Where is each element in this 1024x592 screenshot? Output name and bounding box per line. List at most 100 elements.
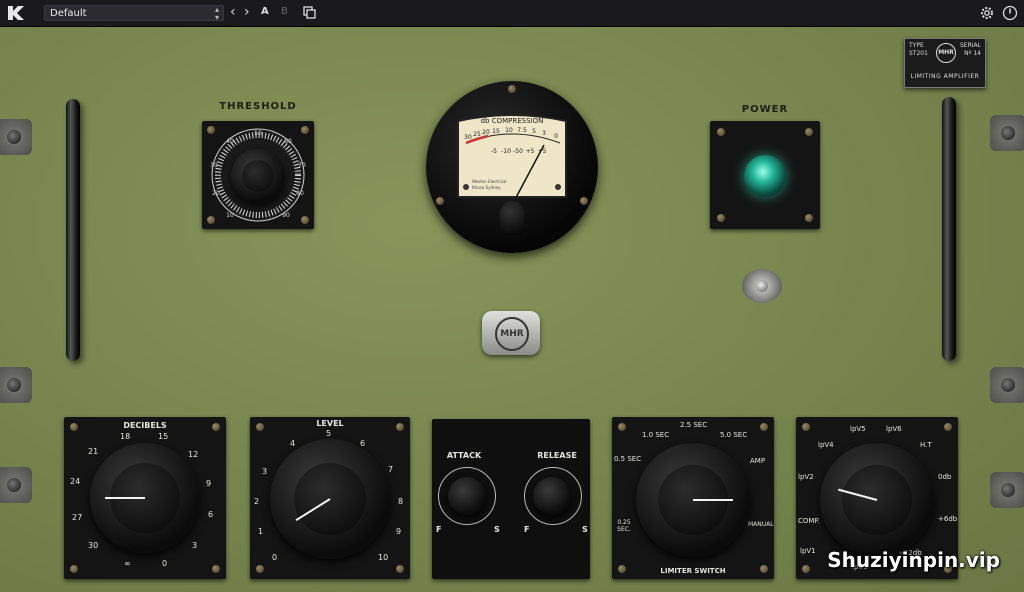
- limiter-label: LIMITER SWITCH: [660, 567, 726, 575]
- release-knob[interactable]: [533, 477, 571, 515]
- right-handle: [942, 97, 956, 361]
- screw: [70, 423, 78, 431]
- comp-knob[interactable]: [820, 443, 934, 557]
- chevron-left-icon[interactable]: ‹: [230, 4, 236, 20]
- threshold-plate: 50 60 70 80 90 40 30 20 10: [202, 121, 314, 229]
- power-icon[interactable]: [1002, 5, 1018, 21]
- meter-scale-label: -5: [491, 148, 497, 155]
- decibels-tick: 24: [70, 477, 81, 486]
- level-tick: 10: [378, 553, 389, 562]
- rack-mount-left-lower: [0, 467, 32, 503]
- limiter-tick: 0.25 SEC.: [617, 519, 631, 533]
- threshold-tick-label: 90: [282, 212, 290, 219]
- preset-selector[interactable]: Default ▴ ▾: [44, 5, 224, 22]
- threshold-tick-label: 70: [298, 162, 306, 169]
- meter-scale-label: 20: [482, 129, 490, 136]
- limiter-tick: 1.0 SEC: [642, 431, 670, 439]
- serial-value: Nº 14: [964, 50, 981, 57]
- screw: [944, 423, 952, 431]
- chevron-right-icon[interactable]: ›: [244, 4, 250, 20]
- rack-mount-left-bottom: [0, 367, 32, 403]
- release-slow-label: S: [582, 525, 588, 534]
- level-tick: 5: [326, 429, 332, 438]
- screw: [618, 423, 626, 431]
- comp-tick: +6db: [938, 515, 958, 523]
- screw: [805, 128, 813, 136]
- threshold-label: THRESHOLD: [219, 101, 297, 112]
- comp-tick: lpV6: [886, 425, 902, 433]
- level-tick: 9: [396, 527, 402, 536]
- threshold-tick-label: 20: [212, 190, 220, 197]
- copy-icon[interactable]: [303, 6, 316, 19]
- level-tick: 0: [272, 553, 278, 562]
- level-knob[interactable]: [270, 439, 390, 559]
- power-plate: [710, 121, 820, 229]
- screw: [618, 565, 626, 573]
- screw: [436, 197, 444, 205]
- decibels-tick: 6: [208, 510, 214, 519]
- screw: [212, 565, 220, 573]
- decibels-knob[interactable]: [90, 443, 200, 553]
- threshold-tick-label: 30: [210, 162, 218, 169]
- decibels-tick: 12: [188, 450, 199, 459]
- power-toggle-switch[interactable]: [742, 269, 782, 303]
- meter-scale-label: 3: [542, 130, 546, 137]
- threshold-tick-label: 80: [296, 190, 304, 197]
- screw: [396, 423, 404, 431]
- updown-arrows-icon: ▴ ▾: [214, 5, 219, 22]
- screw: [580, 197, 588, 205]
- ab-a-button[interactable]: A: [261, 6, 269, 17]
- threshold-tick-label: 40: [226, 138, 234, 145]
- nameplate: TYPE ST201 SERIAL Nº 14 MHR LIMITING AMP…: [904, 38, 986, 88]
- meter-maker-line1: Weston Electrical: [472, 179, 506, 184]
- meter-scale-label: 25: [473, 131, 481, 138]
- meter-scale-label: 0: [554, 133, 558, 140]
- product-name: LIMITING AMPLIFIER: [910, 73, 980, 80]
- screw: [256, 565, 264, 573]
- decibels-tick: 21: [88, 447, 99, 456]
- rack-mount-right-bottom: [990, 367, 1024, 403]
- limiter-switch-knob[interactable]: [636, 443, 750, 557]
- meter-scale-label: 15: [492, 128, 500, 135]
- power-label: POWER: [741, 104, 789, 115]
- mhr-badge-text: MHR: [495, 317, 529, 351]
- decibels-plate: DECIBELS 18 15 12 9 6 3 0 ∞ 30 27 24 21: [64, 417, 226, 579]
- level-plate: LEVEL 0 1 2 3 4 5 6 7 8 9 10: [250, 417, 410, 579]
- meter-zero-adjust[interactable]: [500, 201, 524, 235]
- hardware-panel: TYPE ST201 SERIAL Nº 14 MHR LIMITING AMP…: [0, 27, 1024, 592]
- level-tick: 7: [388, 465, 394, 474]
- attack-release-plate: ATTACK RELEASE F S F S: [432, 419, 590, 579]
- screw: [717, 128, 725, 136]
- screw: [396, 565, 404, 573]
- screw: [805, 214, 813, 222]
- screw: [70, 565, 78, 573]
- meter-scale-label: 30: [464, 134, 472, 141]
- meter-scale-label: 7.5: [517, 127, 527, 134]
- meter-scale-label: -10: [501, 148, 511, 155]
- screw: [802, 565, 810, 573]
- threshold-tick-label: 10: [226, 212, 234, 219]
- type-value: ST201: [909, 50, 928, 57]
- limiter-tick: 0.5 SEC: [614, 455, 642, 463]
- preset-name: Default: [50, 8, 87, 19]
- rack-mount-left-top: [0, 119, 32, 155]
- threshold-tick-label: 50: [254, 130, 262, 137]
- decibels-tick: 0: [162, 559, 168, 568]
- threshold-knob[interactable]: [231, 149, 285, 203]
- attack-slow-label: S: [494, 525, 500, 534]
- level-tick: 3: [262, 467, 268, 476]
- rack-mount-right-top: [990, 115, 1024, 151]
- attack-knob[interactable]: [448, 477, 486, 515]
- limiter-tick: 5.0 SEC: [720, 431, 748, 439]
- threshold-tick-label: 60: [284, 138, 292, 145]
- screw: [760, 565, 768, 573]
- plugin-toolbar: Default ▴ ▾ ‹ › A B: [0, 0, 1024, 27]
- comp-tick: 0db: [938, 473, 952, 481]
- screw: [760, 423, 768, 431]
- decibels-tick: 15: [158, 432, 169, 441]
- gear-icon[interactable]: [979, 5, 995, 21]
- ab-b-button[interactable]: B: [281, 6, 288, 17]
- vu-meter-bezel: db COMPRESSION 30 25 20 15 10 7.5 5 3 0 …: [426, 81, 598, 253]
- limiter-plate: 0.5 SEC 1.0 SEC 2.5 SEC 5.0 SEC AMP MANU…: [612, 417, 774, 579]
- kush-logo-icon[interactable]: [6, 4, 26, 22]
